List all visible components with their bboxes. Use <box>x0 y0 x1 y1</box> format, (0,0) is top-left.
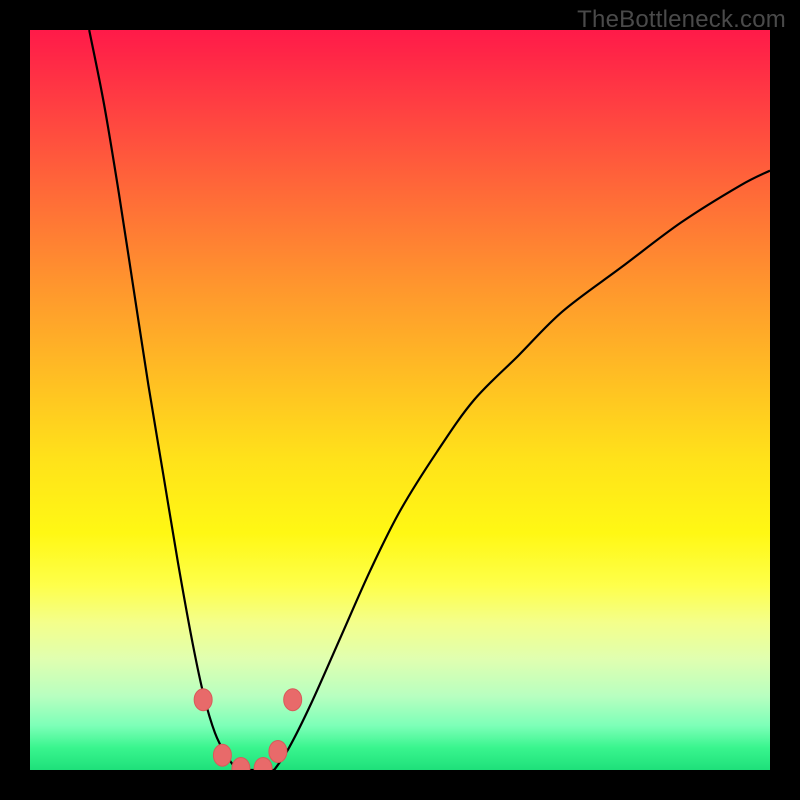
marker-5 <box>284 689 302 711</box>
left-curve <box>89 30 237 770</box>
marker-3 <box>254 758 272 770</box>
markers-group <box>194 689 302 770</box>
right-curve <box>274 171 770 770</box>
marker-2 <box>232 758 250 770</box>
plot-area <box>30 30 770 770</box>
marker-1 <box>213 744 231 766</box>
curve-svg <box>30 30 770 770</box>
chart-frame: TheBottleneck.com <box>0 0 800 800</box>
marker-0 <box>194 689 212 711</box>
watermark-text: TheBottleneck.com <box>577 6 786 34</box>
marker-4 <box>269 741 287 763</box>
